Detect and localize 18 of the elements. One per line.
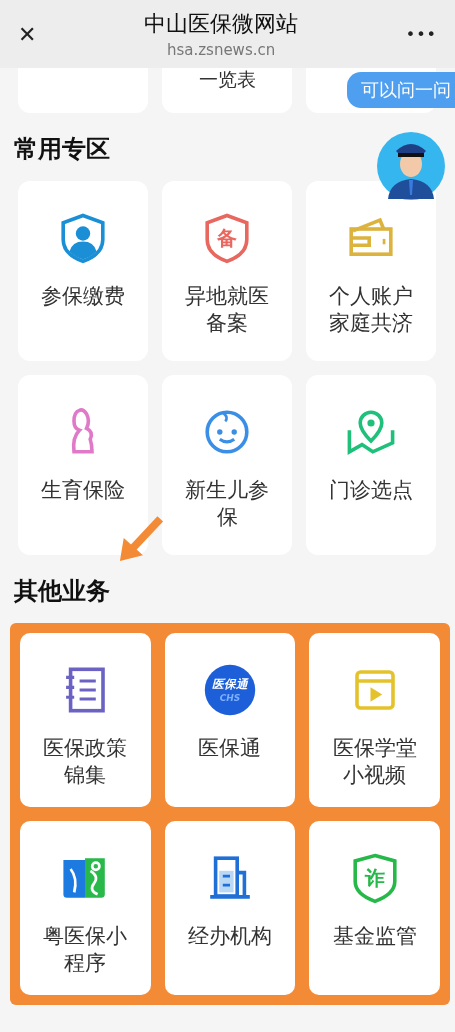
card-label: 参保缴费 (40, 283, 126, 310)
card-label: 粤医保小程序 (42, 923, 129, 977)
section-title: 其他业务 (14, 576, 110, 607)
card-label: 医保学堂小视频 (331, 735, 418, 789)
card-label: 异地就医备案 (184, 283, 270, 337)
card-label: 医保政策锦集 (42, 735, 129, 789)
logo-icon: 医保通 CHS (203, 663, 257, 717)
card-label: 新生儿参保 (184, 477, 270, 531)
card-label: 一览表 (198, 68, 256, 90)
card-label: 经办机构 (187, 923, 273, 950)
card-label: 门诊选点 (328, 477, 414, 504)
page-title: 中山医保微网站 (144, 10, 299, 38)
card-label: 个人账户家庭共济 (328, 283, 414, 337)
card-label: 基金监管 (331, 923, 418, 950)
card-label: 医保通 (197, 735, 263, 762)
site-url: hsa.zsnews.cn (166, 41, 276, 59)
card-label: 生育保险 (40, 477, 126, 504)
section-title: 常用专区 (14, 134, 110, 165)
